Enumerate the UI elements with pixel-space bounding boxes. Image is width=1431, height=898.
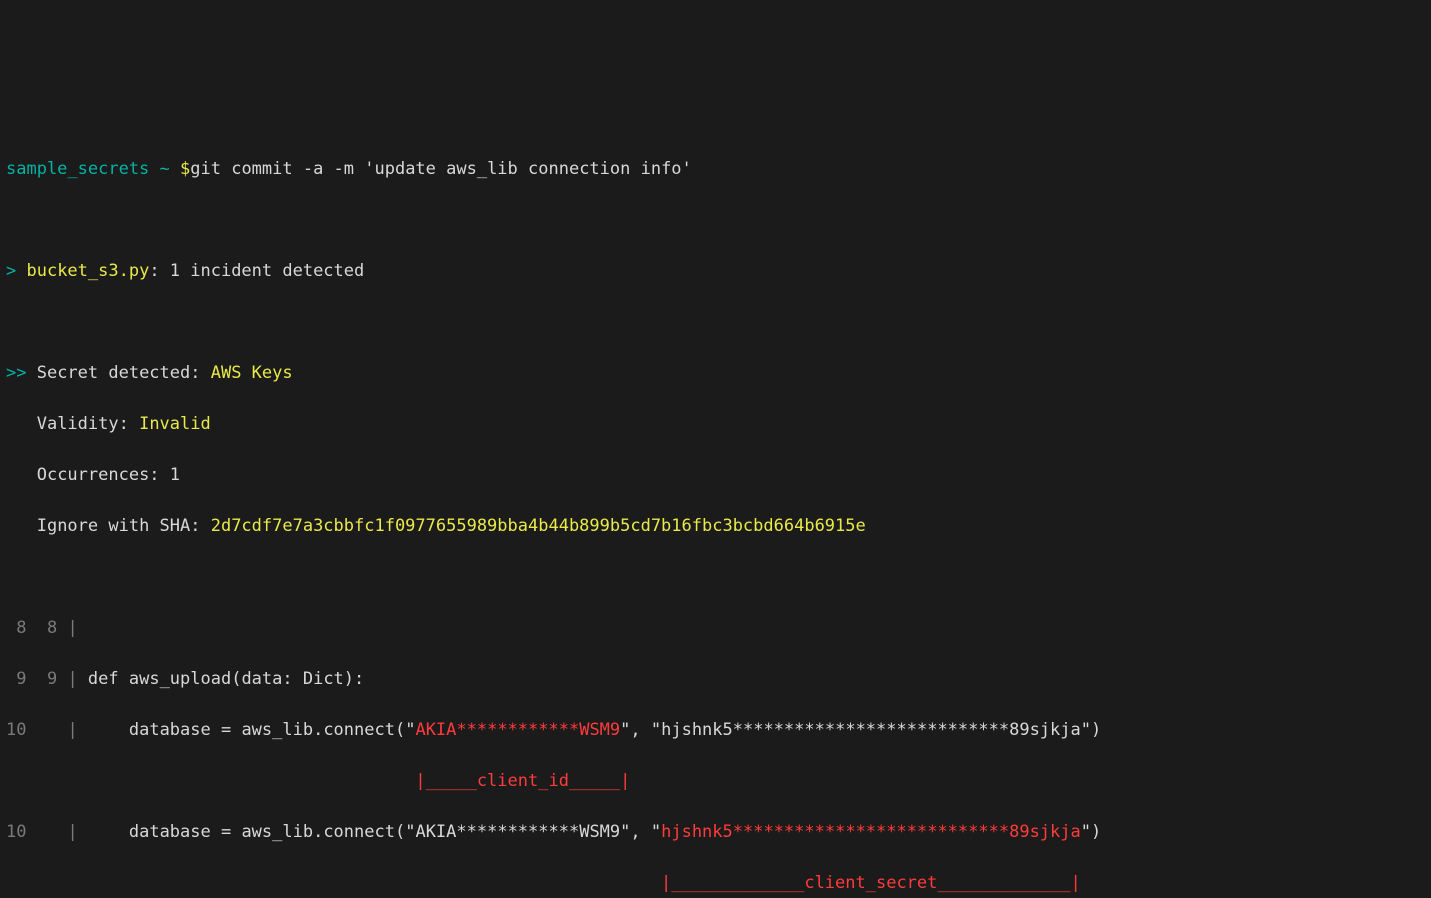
incident-text: : 1 incident detected	[149, 261, 364, 281]
call-mid: ", "	[620, 822, 661, 842]
diff-line-8: 8 8 |	[6, 616, 1425, 642]
def-line-code: def aws_upload(data: Dict):	[78, 669, 365, 689]
incident-arrow: >	[6, 261, 26, 281]
secret-detected-label: Secret detected:	[37, 363, 211, 383]
old-line-num: 10	[6, 718, 26, 744]
client-secret-plain: hjshnk5***************************89sjkj…	[661, 720, 1081, 740]
validity-label: Validity:	[37, 414, 139, 434]
client-id-masked: AKIA************WSM9	[415, 720, 620, 740]
diff-line-10-old-b: 10 | database = aws_lib.connect("AKIA***…	[6, 820, 1425, 846]
incident-line: > bucket_s3.py: 1 incident detected	[6, 259, 1425, 285]
validity-value: Invalid	[139, 414, 211, 434]
old-line-num: 8	[6, 616, 26, 642]
prompt-line-1: sample_secrets ~ $git commit -a -m 'upda…	[6, 157, 1425, 183]
call-end: ")	[1081, 822, 1101, 842]
client-secret-masked: hjshnk5***************************89sjkj…	[661, 822, 1081, 842]
blank-line	[6, 208, 1425, 234]
call-prefix: database = aws_lib.connect("	[78, 720, 416, 740]
diff-line-9: 9 9 | def aws_upload(data: Dict):	[6, 667, 1425, 693]
diff-line-client-secret-underline: |_____________client_secret_____________…	[6, 871, 1425, 897]
secret-ignore-line: Ignore with SHA: 2d7cdf7e7a3cbbfc1f09776…	[6, 514, 1425, 540]
call-mid: ", "	[620, 720, 661, 740]
diff-bar: |	[57, 718, 77, 744]
secret-occurrences-line: Occurrences: 1	[6, 463, 1425, 489]
diff-line-client-id-underline: |_____client_id_____|	[6, 769, 1425, 795]
ignore-sha: 2d7cdf7e7a3cbbfc1f0977655989bba4b44b899b…	[211, 516, 866, 536]
prompt-tilde: ~	[149, 159, 180, 179]
prompt-dollar: $	[180, 159, 190, 179]
incident-file: bucket_s3.py	[26, 261, 149, 281]
command-text: git commit -a -m 'update aws_lib connect…	[190, 159, 692, 179]
secret-validity-line: Validity: Invalid	[6, 412, 1425, 438]
diff-line-10-old-a: 10 | database = aws_lib.connect("AKIA***…	[6, 718, 1425, 744]
occurrences-text: Occurrences: 1	[37, 465, 180, 485]
client-id-underline: |_____client_id_____|	[88, 771, 630, 791]
old-line-num: 10	[6, 820, 26, 846]
new-line-num	[26, 820, 57, 846]
new-line-num: 9	[26, 667, 57, 693]
ignore-label: Ignore with SHA:	[37, 516, 211, 536]
new-line-num	[26, 718, 57, 744]
diff-bar: |	[57, 667, 77, 693]
client-id-plain: AKIA************WSM9	[415, 822, 620, 842]
client-secret-underline: |_____________client_secret_____________…	[88, 873, 1081, 893]
secret-arrow: >>	[6, 363, 37, 383]
old-line-num: 9	[6, 667, 26, 693]
call-end: ")	[1081, 720, 1101, 740]
secret-detected-value: AWS Keys	[211, 363, 293, 383]
call-prefix: database = aws_lib.connect("	[78, 822, 416, 842]
new-line-num: 8	[26, 616, 57, 642]
blank-line	[6, 310, 1425, 336]
blank-line	[6, 565, 1425, 591]
terminal[interactable]: sample_secrets ~ $git commit -a -m 'upda…	[0, 128, 1431, 898]
secret-detected-line: >> Secret detected: AWS Keys	[6, 361, 1425, 387]
cwd-path: sample_secrets	[6, 159, 149, 179]
diff-bar: |	[57, 616, 77, 642]
diff-bar: |	[57, 820, 77, 846]
